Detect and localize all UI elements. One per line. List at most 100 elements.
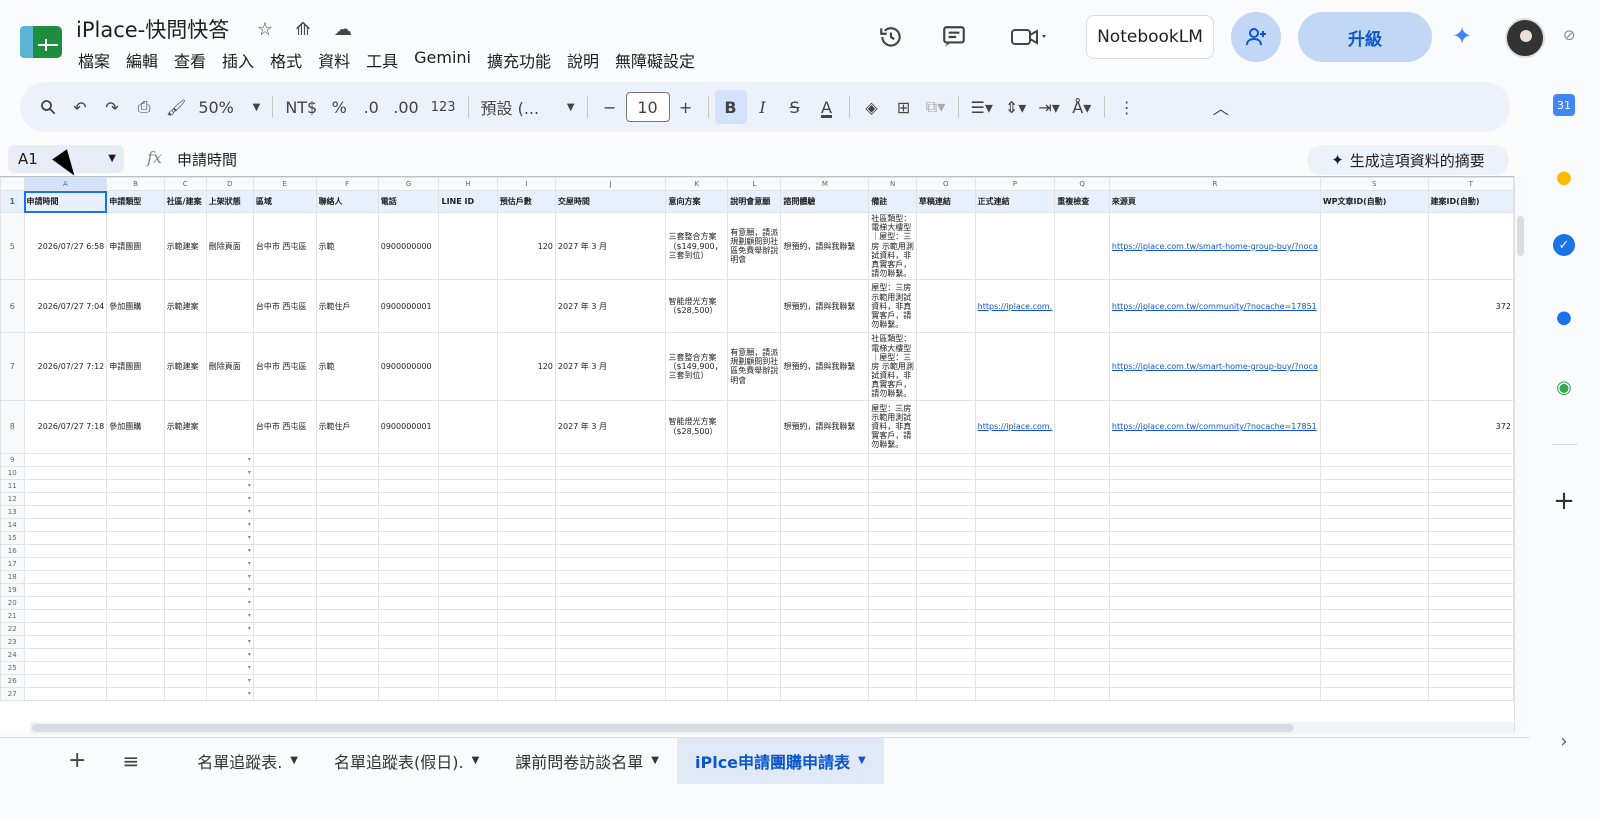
corner-cell[interactable] xyxy=(0,177,25,191)
percent-format-button[interactable]: % xyxy=(323,90,355,124)
table-cell[interactable] xyxy=(665,569,729,584)
table-cell[interactable] xyxy=(974,569,1056,584)
column-header[interactable]: P xyxy=(974,177,1056,191)
column-header[interactable]: E xyxy=(252,177,317,191)
table-cell[interactable] xyxy=(163,478,207,493)
table-cell[interactable] xyxy=(1427,621,1514,636)
table-cell[interactable] xyxy=(665,504,729,519)
table-cell[interactable] xyxy=(974,452,1056,467)
row-number[interactable]: 19 xyxy=(0,582,25,597)
table-cell[interactable] xyxy=(1054,647,1110,662)
table-cell[interactable] xyxy=(915,634,976,649)
row-number[interactable]: 1 xyxy=(0,190,25,213)
merge-cells-icon[interactable]: ⧉▾ xyxy=(920,90,952,124)
row-number[interactable]: 16 xyxy=(0,543,25,558)
menu-file[interactable]: 檔案 xyxy=(70,46,118,74)
table-cell[interactable] xyxy=(106,569,165,584)
table-cell[interactable]: 屋型：三房 示範用測試資料，非真實客戶，請勿聯繫。 xyxy=(868,279,917,334)
table-cell[interactable]: 示範 xyxy=(315,332,379,401)
font-size-input[interactable]: 10 xyxy=(625,92,670,122)
table-cell[interactable]: 2026/07/27 6:58 xyxy=(23,211,108,281)
print-icon[interactable]: ⎙ xyxy=(128,90,160,124)
table-cell[interactable] xyxy=(727,660,782,675)
table-cell[interactable]: 三套整合方案（$149,900，三套到位） xyxy=(665,332,729,401)
table-cell[interactable] xyxy=(1319,504,1429,519)
table-cell[interactable] xyxy=(252,452,317,467)
table-cell[interactable] xyxy=(780,465,870,480)
add-addon-icon[interactable]: + xyxy=(1551,486,1577,516)
table-cell[interactable] xyxy=(554,608,667,623)
table-cell[interactable]: 2027 年 3 月 xyxy=(554,332,667,401)
add-sheet-icon[interactable]: + xyxy=(0,738,104,784)
table-cell[interactable] xyxy=(1427,504,1514,519)
table-cell[interactable]: 台中市 西屯區 xyxy=(252,332,317,401)
table-cell[interactable]: 示範建案 xyxy=(163,399,207,454)
table-cell[interactable] xyxy=(1427,647,1514,662)
table-cell[interactable] xyxy=(252,647,317,662)
header-cell[interactable]: 區域 xyxy=(252,190,317,213)
table-cell[interactable] xyxy=(780,517,870,532)
table-cell[interactable]: 參加團購 xyxy=(106,399,165,454)
table-cell[interactable] xyxy=(915,332,976,401)
column-header[interactable]: L xyxy=(727,177,782,191)
header-cell[interactable]: 交屋時間 xyxy=(554,190,667,213)
table-cell[interactable] xyxy=(377,621,440,636)
table-cell[interactable] xyxy=(377,595,440,610)
table-cell[interactable] xyxy=(1054,608,1110,623)
search-icon[interactable] xyxy=(32,90,64,124)
increase-decimal-button[interactable]: .00 xyxy=(387,90,424,124)
table-cell[interactable] xyxy=(1054,686,1110,701)
table-cell[interactable]: 示範建案 xyxy=(163,279,207,334)
table-cell[interactable] xyxy=(915,647,976,662)
table-cell[interactable] xyxy=(915,621,976,636)
dropdown-chip[interactable]: ▾ xyxy=(205,517,254,532)
table-cell[interactable] xyxy=(163,686,207,701)
table-cell[interactable] xyxy=(163,673,207,688)
table-cell[interactable] xyxy=(315,491,379,506)
table-cell[interactable] xyxy=(438,673,498,688)
table-cell[interactable] xyxy=(727,647,782,662)
header-cell[interactable]: 預估戶數 xyxy=(496,190,556,213)
scroll-thumb[interactable] xyxy=(32,724,1294,732)
table-cell[interactable] xyxy=(1319,608,1429,623)
dropdown-chip[interactable]: ▾ xyxy=(205,465,254,480)
table-cell[interactable] xyxy=(868,634,917,649)
table-cell[interactable] xyxy=(915,491,976,506)
table-cell[interactable] xyxy=(554,634,667,649)
table-cell[interactable] xyxy=(1054,634,1110,649)
column-header[interactable]: D xyxy=(205,177,254,191)
sheet-tab-active[interactable]: iPlce申請團購申請表 ▼ xyxy=(677,737,884,784)
table-cell[interactable] xyxy=(315,647,379,662)
calendar-icon[interactable]: 31 xyxy=(1553,94,1575,116)
table-cell[interactable] xyxy=(23,686,108,701)
table-cell[interactable] xyxy=(974,608,1056,623)
table-cell[interactable] xyxy=(915,530,976,545)
table-cell[interactable] xyxy=(496,647,556,662)
bold-button[interactable]: B xyxy=(714,90,747,124)
table-cell[interactable] xyxy=(163,621,207,636)
table-cell[interactable] xyxy=(1427,582,1514,597)
tasks-icon[interactable]: ✓ xyxy=(1553,234,1575,256)
table-cell[interactable] xyxy=(1427,595,1514,610)
table-cell[interactable] xyxy=(252,478,317,493)
table-cell[interactable] xyxy=(252,634,317,649)
table-cell[interactable] xyxy=(1054,465,1110,480)
table-cell[interactable] xyxy=(438,211,498,281)
table-cell[interactable] xyxy=(1319,686,1429,701)
table-cell[interactable] xyxy=(377,491,440,506)
table-cell[interactable] xyxy=(554,556,667,571)
table-cell[interactable] xyxy=(252,517,317,532)
table-cell[interactable] xyxy=(23,647,108,662)
table-cell[interactable] xyxy=(727,517,782,532)
table-cell[interactable]: 2027 年 3 月 xyxy=(554,399,667,454)
table-cell[interactable] xyxy=(727,504,782,519)
table-cell[interactable] xyxy=(377,582,440,597)
table-cell[interactable] xyxy=(665,673,729,688)
table-cell[interactable] xyxy=(163,582,207,597)
table-cell[interactable] xyxy=(1054,211,1110,281)
table-cell[interactable] xyxy=(974,634,1056,649)
table-cell[interactable] xyxy=(496,673,556,688)
dropdown-chip[interactable]: ▾ xyxy=(205,647,254,662)
table-cell[interactable] xyxy=(1108,647,1321,662)
table-cell[interactable] xyxy=(23,543,108,558)
